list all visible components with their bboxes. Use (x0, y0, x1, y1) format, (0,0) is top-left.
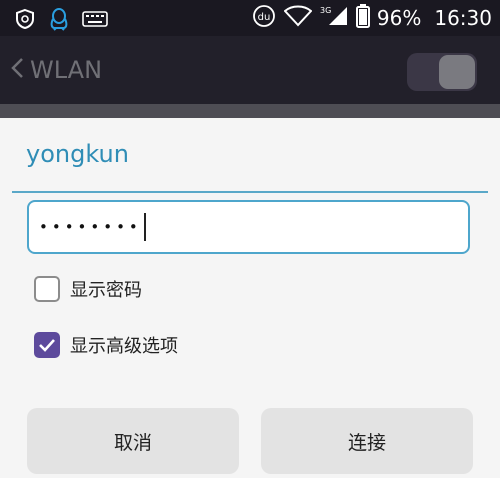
checkmark-icon (39, 339, 55, 352)
qq-penguin-icon (48, 7, 70, 35)
page-title: WLAN (30, 56, 103, 84)
connect-button-label: 连接 (347, 431, 386, 454)
baidu-icon: du (251, 4, 277, 32)
show-advanced-checkbox[interactable] (34, 332, 60, 358)
cancel-button-label: 取消 (113, 431, 152, 454)
background-scrim (0, 104, 500, 118)
show-advanced-label: 显示高级选项 (70, 336, 178, 357)
status-notification-icons (14, 7, 108, 35)
network-name-title: yongkun (26, 140, 129, 168)
password-value: •••••••• (39, 218, 142, 236)
keyboard-icon (82, 10, 108, 32)
toggle-thumb (439, 55, 475, 89)
text-cursor (143, 213, 146, 241)
back-button[interactable]: WLAN (10, 36, 102, 104)
connect-button[interactable]: 连接 (261, 408, 473, 474)
chevron-left-icon (10, 56, 24, 84)
battery-percent: 96% (376, 6, 422, 30)
clock: 16:30 (434, 6, 492, 30)
shield-icon (14, 8, 36, 34)
network-type-label: 3G (320, 6, 331, 15)
show-password-option[interactable]: 显示密码 (34, 276, 142, 302)
svg-text:du: du (258, 12, 271, 23)
password-input[interactable]: •••••••• (27, 200, 470, 254)
status-system-icons: du 3G 96% 16:30 (251, 0, 492, 36)
wifi-icon (283, 5, 313, 31)
signal-icon: 3G (319, 5, 349, 31)
wlan-toggle-switch[interactable] (407, 53, 477, 91)
show-advanced-option[interactable]: 显示高级选项 (34, 332, 178, 358)
action-bar: WLAN (0, 36, 500, 104)
wifi-connect-dialog: yongkun •••••••• 显示密码 显示高级选项 取消 连接 (0, 118, 500, 478)
title-divider (12, 191, 488, 193)
cancel-button[interactable]: 取消 (27, 408, 239, 474)
show-password-label: 显示密码 (70, 280, 142, 301)
battery-icon (355, 4, 370, 32)
show-password-checkbox[interactable] (34, 276, 60, 302)
status-bar: du 3G 96% 16:30 (0, 0, 500, 36)
